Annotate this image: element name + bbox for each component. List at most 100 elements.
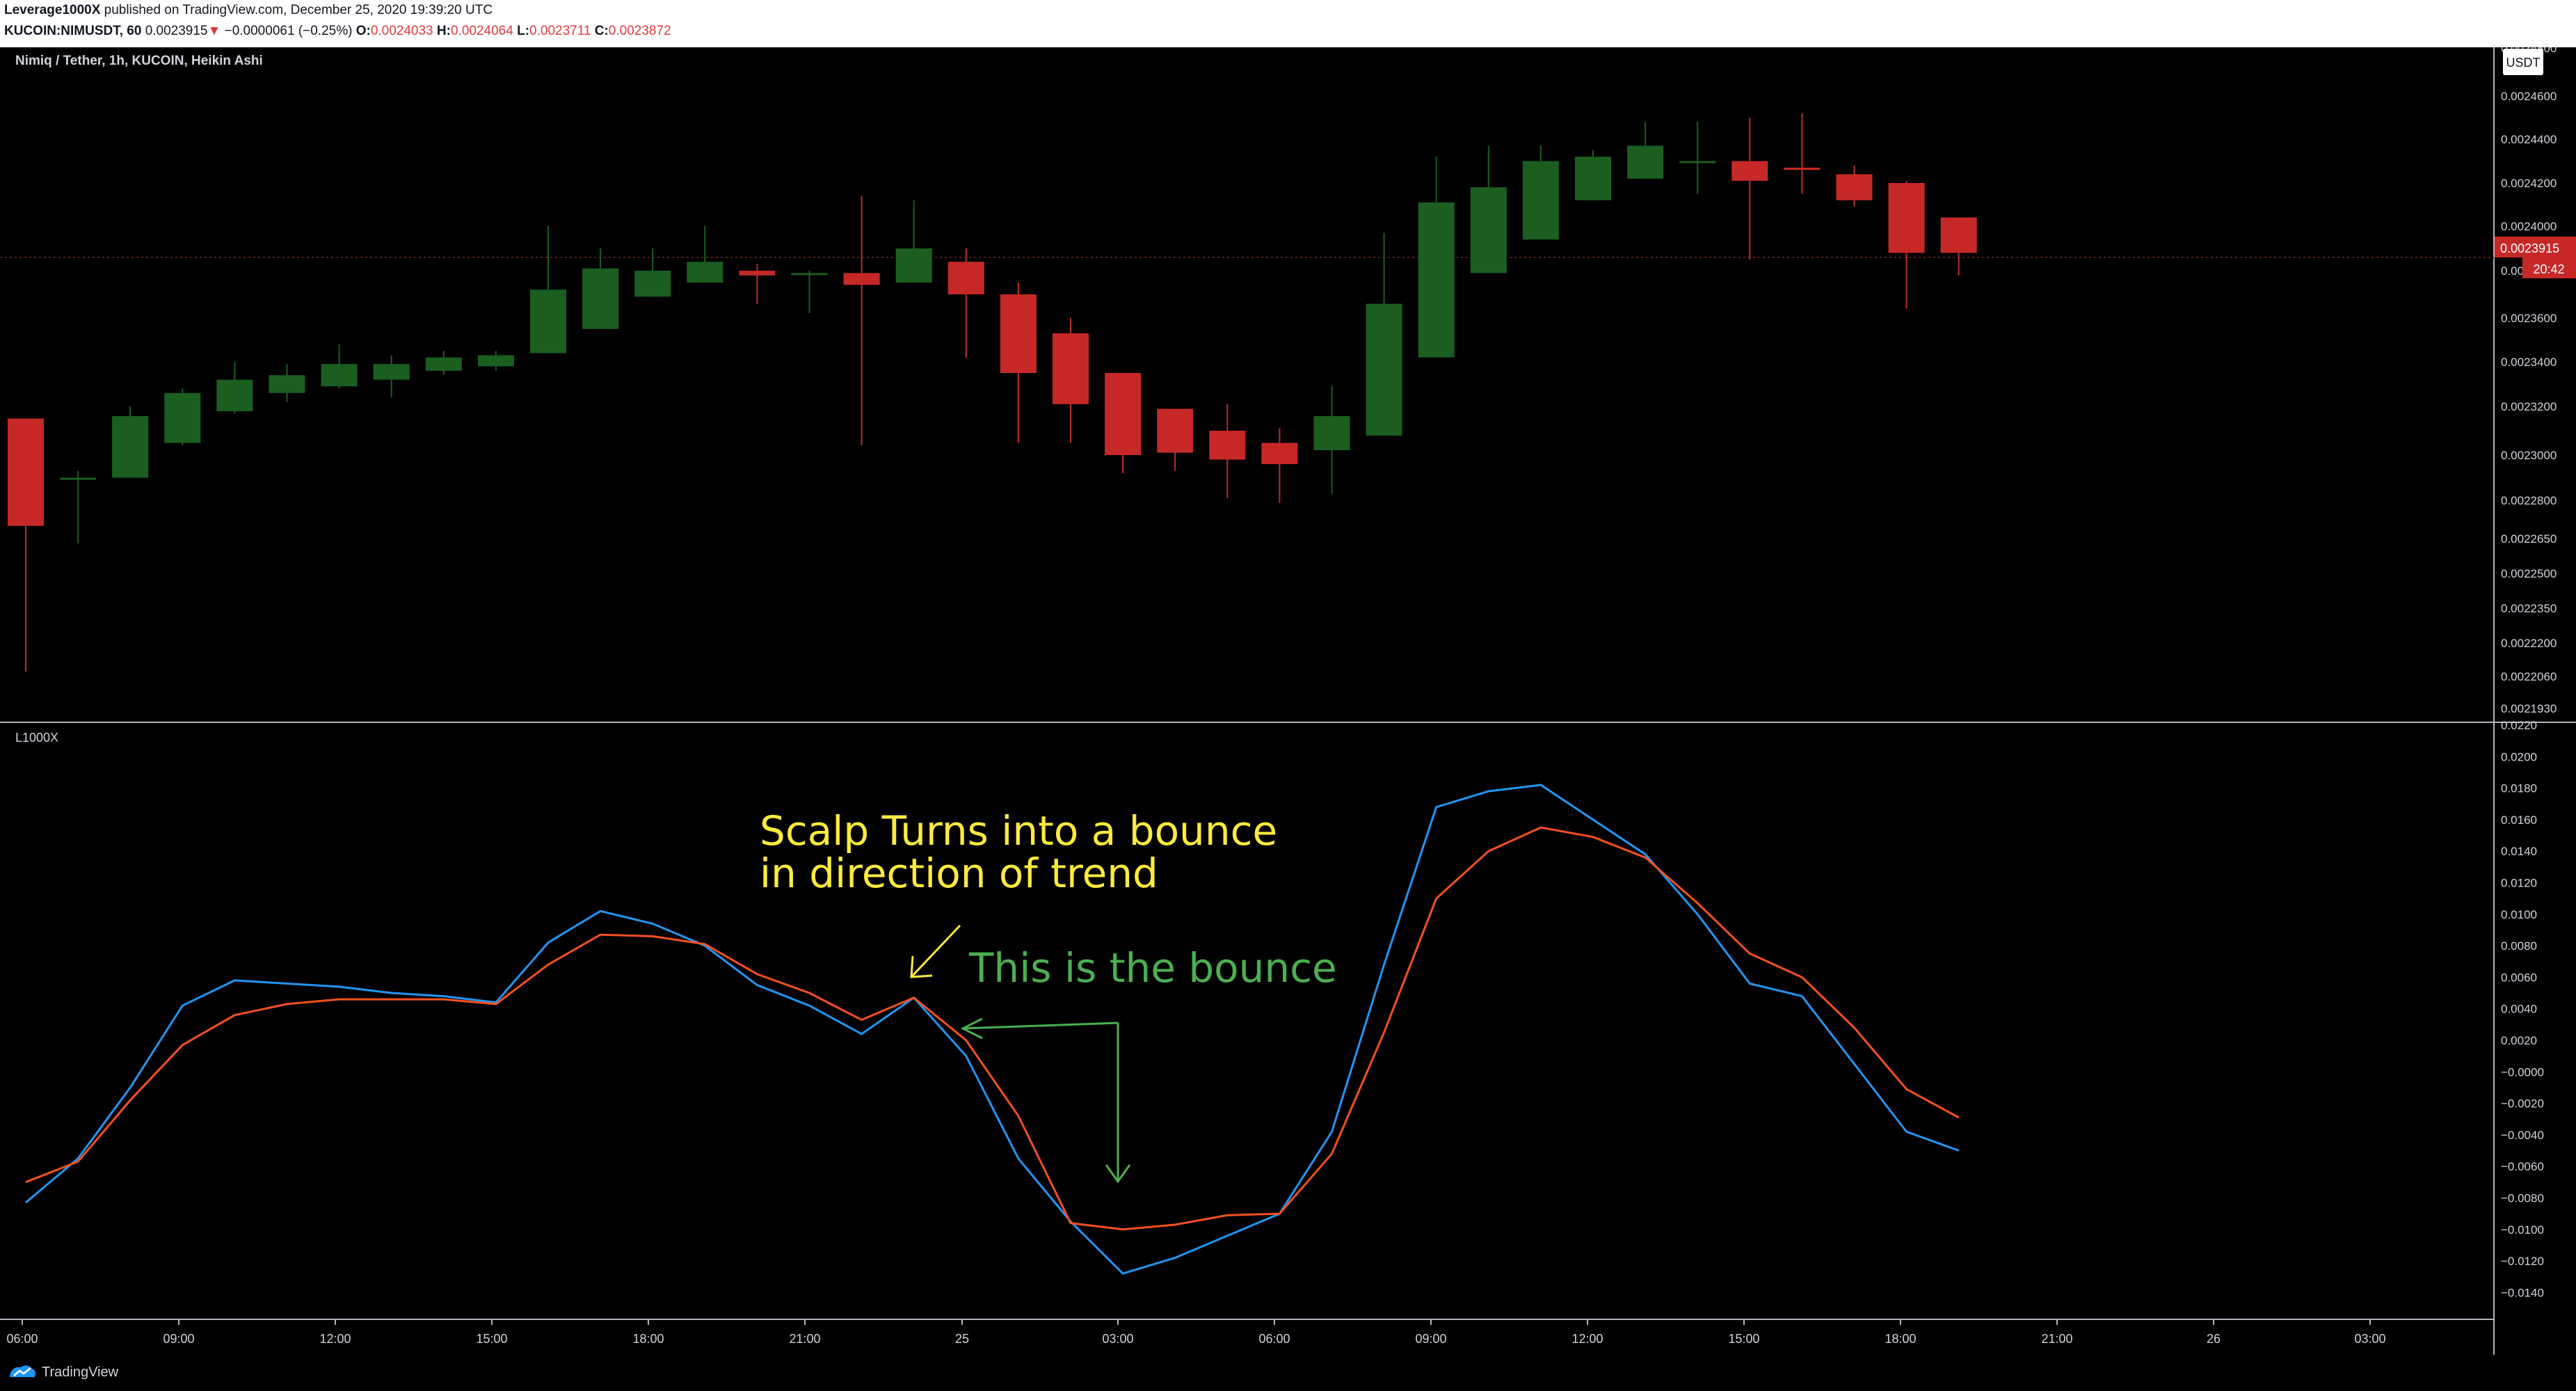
- high-label: H:: [436, 24, 451, 38]
- publish-header: Leverage1000X published on TradingView.c…: [0, 0, 2576, 47]
- scalp-note-line1: Scalp Turns into a bounce: [760, 807, 1277, 855]
- candle-body: [477, 355, 514, 367]
- candle-body: [60, 477, 97, 480]
- close-value: 0.0023872: [608, 24, 671, 38]
- price-tick-label: 0.0024000: [2501, 220, 2557, 233]
- last-price-tag-text: 0.0023915: [2500, 241, 2559, 255]
- currency-label: USDT: [2506, 56, 2541, 70]
- time-tick-label: 25: [955, 1332, 969, 1346]
- price-tick-label: 0.0022060: [2501, 670, 2557, 683]
- candle-body: [687, 262, 723, 283]
- time-tick-label: 03:00: [2354, 1332, 2385, 1346]
- candles-layer: [8, 113, 1977, 672]
- publisher-name[interactable]: Leverage1000X: [4, 3, 100, 17]
- oscillator-tick-label: 0.0060: [2501, 971, 2537, 984]
- indicator-pane-legend[interactable]: L1000X: [15, 731, 58, 745]
- tradingview-logo-icon: [10, 1365, 35, 1377]
- price-axis[interactable]: 0.00248000.00246000.00244000.00242000.00…: [2501, 47, 2557, 715]
- candle-body: [1053, 333, 1089, 404]
- time-tick-label: 18:00: [632, 1332, 664, 1346]
- oscillator-tick-label: 0.0140: [2501, 845, 2537, 858]
- price-change: −0.0000061 (−0.25%): [224, 24, 353, 38]
- main-pane-legend[interactable]: Nimiq / Tether, 1h, KUCOIN, Heikin Ashi: [15, 54, 263, 68]
- open-value: 0.0024033: [370, 24, 433, 38]
- candle-body: [269, 375, 305, 393]
- open-label: O:: [355, 24, 371, 38]
- candle-body: [425, 357, 462, 371]
- oscillator-tick-label: 0.0160: [2501, 813, 2537, 827]
- price-tick-label: 0.0023600: [2501, 312, 2557, 325]
- time-tick-label: 15:00: [476, 1332, 507, 1346]
- low-label: L:: [517, 24, 530, 38]
- time-tick-label: 03:00: [1102, 1332, 1133, 1346]
- scalp-note-line2: in direction of trend: [760, 850, 1158, 897]
- candle-body: [1888, 183, 1925, 253]
- candle-body: [1366, 303, 1402, 436]
- candle-body: [1313, 416, 1350, 450]
- candle-body: [1522, 161, 1559, 240]
- candle-body: [1157, 408, 1194, 453]
- candle-body: [1105, 373, 1142, 455]
- candle-body: [1679, 161, 1716, 164]
- oscillator-tick-label: 0.0180: [2501, 782, 2537, 795]
- chart-canvas[interactable]: 0.00248000.00246000.00244000.00242000.00…: [0, 47, 2576, 1355]
- time-tick-label: 06:00: [6, 1332, 38, 1346]
- time-tick-label: 15:00: [1728, 1332, 1759, 1346]
- candle-body: [8, 418, 44, 526]
- price-tick-label: 0.0022200: [2501, 637, 2557, 650]
- oscillator-tick-label: 0.0020: [2501, 1034, 2537, 1047]
- candle-body: [530, 289, 566, 353]
- low-value: 0.0023711: [529, 24, 591, 38]
- price-tick-label: 0.0022650: [2501, 532, 2557, 546]
- candle-body: [1784, 167, 1821, 170]
- oscillator-tick-label: −0.0060: [2501, 1160, 2544, 1173]
- tradingview-label: TradingView: [42, 1364, 119, 1380]
- oscillator-tick-label: −0.0080: [2501, 1192, 2544, 1205]
- candle-body: [1261, 443, 1298, 464]
- high-value: 0.0024064: [450, 24, 513, 38]
- candle-body: [791, 273, 828, 276]
- time-axis[interactable]: 06:00 09:00 12:00 15:00 18:00 21:00 25 03:00 06:…: [6, 1319, 2386, 1346]
- price-tick-label: 0.0023000: [2501, 449, 2557, 462]
- price-tick-label: 0.0022350: [2501, 602, 2557, 615]
- close-label: C:: [594, 24, 609, 38]
- candle-body: [1000, 294, 1037, 373]
- oscillator-tick-label: −0.0040: [2501, 1129, 2544, 1142]
- candle-body: [164, 392, 201, 443]
- price-tick-label: 0.0024400: [2501, 133, 2557, 146]
- oscillator-tick-label: 0.0040: [2501, 1003, 2537, 1016]
- candle-body: [1940, 217, 1977, 253]
- time-tick-label: 12:00: [1571, 1332, 1603, 1346]
- candle-body: [1209, 431, 1246, 460]
- bounce-note: This is the bounce: [968, 944, 1337, 992]
- candle-body: [373, 364, 410, 380]
- time-tick-label: 09:00: [163, 1332, 194, 1346]
- tradingview-brand[interactable]: TradingView: [8, 1363, 118, 1381]
- candle-body: [112, 416, 149, 478]
- time-tick-label: 26: [2207, 1332, 2221, 1346]
- oscillator-tick-label: 0.0200: [2501, 750, 2537, 763]
- oscillator-tick-label: 0.0100: [2501, 908, 2537, 921]
- price-tick-label: 0.0021930: [2501, 702, 2557, 715]
- oscillator-tick-label: −0.0020: [2501, 1097, 2544, 1111]
- candle-body: [1731, 161, 1768, 181]
- price-tick-label: 0.0024200: [2501, 177, 2557, 190]
- price-tick-label: 0.0023200: [2501, 400, 2557, 413]
- oscillator-tick-label: 0.0120: [2501, 877, 2537, 890]
- oscillator-tick-label: 0.0220: [2501, 719, 2537, 732]
- time-tick-label: 06:00: [1258, 1332, 1290, 1346]
- candle-body: [321, 364, 358, 387]
- candle-body: [1627, 145, 1664, 179]
- candle-body: [947, 262, 984, 294]
- time-tick-label: 21:00: [789, 1332, 820, 1346]
- candle-body: [739, 271, 776, 276]
- publish-line: Leverage1000X published on TradingView.c…: [4, 3, 493, 18]
- candle-body: [1836, 174, 1873, 200]
- oscillator-axis[interactable]: 0.0220 0.0200 0.0180 0.0160 0.0140 0.0120 0.01…: [2501, 719, 2544, 1299]
- candle-body: [843, 273, 880, 285]
- time-tick-label: 18:00: [1885, 1332, 1916, 1346]
- oscillator-tick-label: −0.0120: [2501, 1255, 2544, 1268]
- time-tick-label: 09:00: [1415, 1332, 1446, 1346]
- oscillator-tick-label: 0.0080: [2501, 939, 2537, 953]
- candle-body: [1575, 157, 1611, 200]
